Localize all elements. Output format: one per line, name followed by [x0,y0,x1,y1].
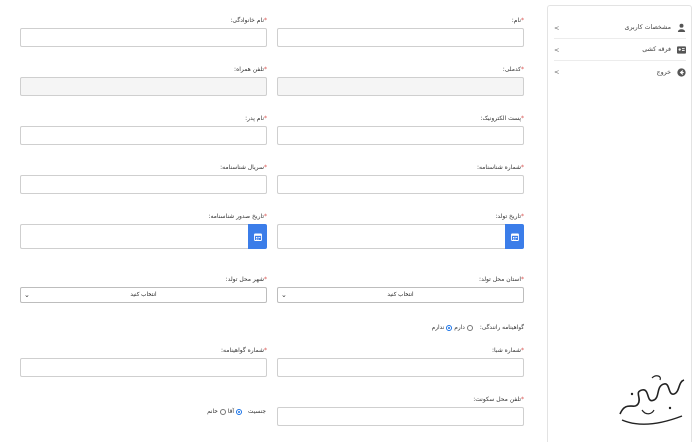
gender-male-radio[interactable] [236,409,243,415]
required-mark: * [521,213,524,220]
calendar-icon [253,233,262,241]
calendar-button[interactable] [505,224,524,249]
chevron-down-icon: ⌄ [24,291,30,299]
birth-date-label: تاریخ تولد: [495,213,521,220]
email-label: پست الکترونیک: [480,115,521,122]
calendar-button[interactable] [248,224,267,249]
national-code-input[interactable] [277,77,524,96]
sidebar-item-profile[interactable]: مشخصات کاربری > [554,17,686,39]
id-number-input[interactable] [277,175,524,194]
email-input[interactable] [277,126,524,145]
first-name-label: نام: [511,17,521,24]
watermark-logo [619,375,685,425]
birth-province-select[interactable]: انتخاب کنید ⌄ [277,287,524,303]
required-mark: * [264,66,267,73]
sidebar-item-logout[interactable]: خروج > [554,61,686,83]
mobile-input[interactable] [20,77,267,96]
chevron-down-icon: ⌄ [281,291,287,299]
birth-city-label: شهر محل تولد: [225,276,264,283]
required-mark: * [521,164,524,171]
license-no-radio[interactable] [446,325,453,331]
issue-date-label: تاریخ صدور شناسنامه: [208,213,264,220]
logout-icon [676,67,686,77]
chevron-icon: > [554,23,560,32]
calendar-icon [510,233,519,241]
first-name-input[interactable] [277,28,524,47]
birth-date-input[interactable] [277,224,505,249]
sidebar-item-label: فرقه کشی [642,46,671,53]
gender-female-radio[interactable] [219,409,226,415]
select-value: انتخاب کنید [387,292,414,298]
required-mark: * [521,17,524,24]
sidebar-item-label: خروج [656,68,671,76]
license-yes-label: دارم [454,325,465,331]
gender-radio-group: جنسیت آقا خانم [207,409,266,415]
chevron-icon: > [554,68,560,76]
home-phone-label: تلفن محل سکونت: [473,396,521,403]
national-code-label: کدملی: [502,66,521,73]
gender-female-label: خانم [207,409,218,415]
chevron-icon: > [554,45,560,54]
last-name-label: نام خانوادگی: [230,17,264,24]
license-number-input[interactable] [20,358,267,377]
father-name-label: نام پدر: [245,115,264,122]
required-mark: * [521,347,524,354]
license-label: گواهینامه رانندگی: [479,325,524,331]
id-serial-input[interactable] [20,175,267,194]
required-mark: * [264,164,267,171]
license-yes-radio[interactable] [466,325,473,331]
birth-city-select[interactable]: انتخاب کنید ⌄ [20,287,267,303]
required-mark: * [264,115,267,122]
mobile-label: تلفن همراه: [234,66,264,73]
home-phone-input[interactable] [277,407,524,426]
required-mark: * [521,276,524,283]
id-card-icon [676,45,686,55]
required-mark: * [264,347,267,354]
sheba-input[interactable] [277,358,524,377]
last-name-input[interactable] [20,28,267,47]
birth-province-label: استان محل تولد: [479,276,521,283]
id-number-label: شماره شناسنامه: [476,164,521,171]
sidebar-item-lottery[interactable]: فرقه کشی > [554,39,686,61]
user-icon [676,23,686,33]
sheba-label: شماره شبا: [492,347,521,354]
gender-label: جنسیت [248,409,266,415]
license-number-label: شماره گواهینامه: [221,347,264,354]
license-radio-group: گواهینامه رانندگی: دارم ندارم [432,325,524,331]
father-name-input[interactable] [20,126,267,145]
sidebar-item-label: مشخصات کاربری [624,24,671,31]
required-mark: * [264,17,267,24]
required-mark: * [521,396,524,403]
issue-date-input[interactable] [20,224,248,249]
required-mark: * [264,213,267,220]
required-mark: * [521,115,524,122]
required-mark: * [264,276,267,283]
required-mark: * [521,66,524,73]
license-no-label: ندارم [431,325,445,331]
select-value: انتخاب کنید [130,292,157,298]
id-serial-label: سریال شناسنامه: [220,164,264,171]
gender-male-label: آقا [227,409,235,415]
